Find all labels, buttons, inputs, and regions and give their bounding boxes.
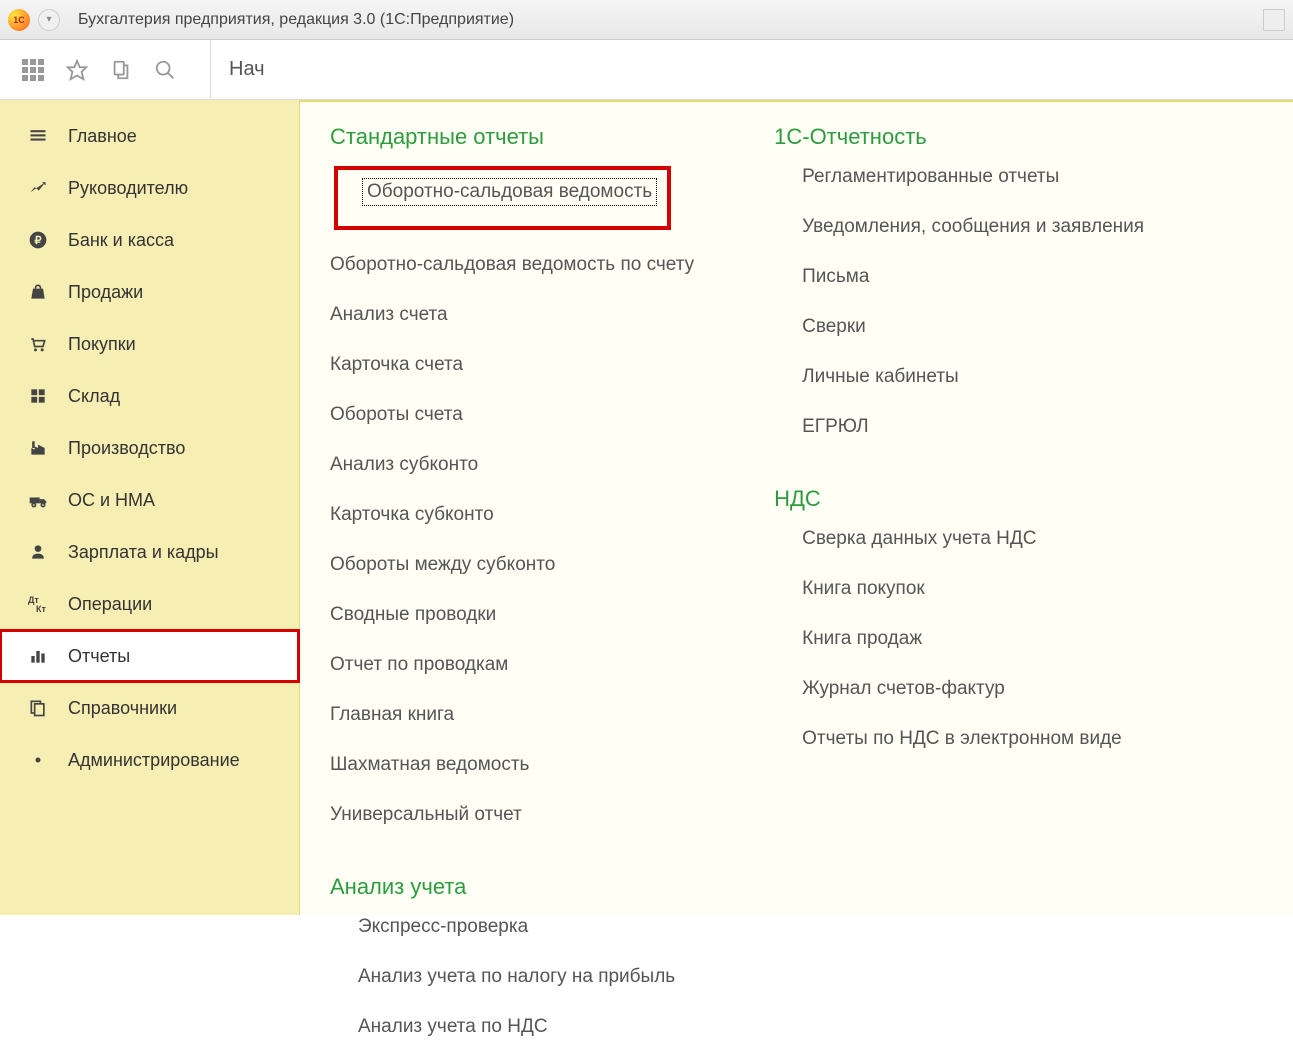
report-link[interactable]: Оборотно-сальдовая ведомость	[362, 178, 657, 206]
sidebar-item-7[interactable]: ОС и НМА	[0, 474, 299, 526]
report-link[interactable]: Анализ учета по НДС	[358, 1016, 548, 1038]
report-link[interactable]: Книга покупок	[802, 578, 925, 600]
report-link[interactable]: Анализ учета по налогу на прибыль	[358, 966, 675, 988]
bag-icon	[26, 282, 50, 302]
sidebar-item-10[interactable]: Отчеты	[0, 630, 299, 682]
tab-partial[interactable]: Нач	[210, 40, 283, 99]
sidebar-item-label: Банк и касса	[68, 230, 174, 251]
report-link[interactable]: Анализ субконто	[330, 454, 478, 476]
sidebar-item-1[interactable]: Руководителю	[0, 162, 299, 214]
content-col-2: 1С-Отчетность Регламентированные отчеты Ув…	[774, 124, 1144, 915]
report-link[interactable]: Главная книга	[330, 704, 454, 726]
sidebar-item-label: Склад	[68, 386, 120, 407]
svg-text:Кт: Кт	[36, 604, 46, 614]
apps-icon[interactable]	[20, 57, 46, 83]
section-0: Стандартные отчеты Оборотно-сальдовая вед…	[330, 124, 694, 840]
section-title: Анализ учета	[330, 874, 694, 900]
report-link[interactable]: Оборотно-сальдовая ведомость по счету	[330, 254, 694, 276]
titlebar: 1C ▾ Бухгалтерия предприятия, редакция 3…	[0, 0, 1293, 40]
sidebar-item-label: Руководителю	[68, 178, 188, 199]
sidebar-item-label: ОС и НМА	[68, 490, 155, 511]
report-link[interactable]: Универсальный отчет	[330, 804, 522, 826]
sidebar-item-label: Администрирование	[68, 750, 240, 771]
person-icon	[26, 542, 50, 562]
report-link[interactable]: Карточка счета	[330, 354, 463, 376]
report-link[interactable]: Регламентированные отчеты	[802, 166, 1059, 188]
report-link[interactable]: Шахматная ведомость	[330, 754, 529, 776]
window-control-icon[interactable]	[1263, 9, 1285, 31]
copies-icon	[26, 698, 50, 718]
app-menu-dropdown[interactable]: ▾	[38, 9, 60, 31]
link-list: Экспресс-проверка Анализ учета по налогу …	[330, 916, 694, 1052]
report-link[interactable]: Журнал счетов-фактур	[802, 678, 1005, 700]
sidebar-item-5[interactable]: Склад	[0, 370, 299, 422]
sidebar-item-label: Отчеты	[68, 646, 130, 667]
sidebar-item-0[interactable]: Главное	[0, 110, 299, 162]
sidebar-item-6[interactable]: Производство	[0, 422, 299, 474]
report-link[interactable]: Обороты счета	[330, 404, 463, 426]
content: Стандартные отчеты Оборотно-сальдовая вед…	[300, 100, 1293, 915]
search-icon[interactable]	[152, 57, 178, 83]
report-link[interactable]: ЕГРЮЛ	[802, 416, 868, 438]
sidebar: Главное Руководителю ₽ Банк и касса Продажи П…	[0, 100, 300, 915]
report-link[interactable]: Сводные проводки	[330, 604, 496, 626]
report-link[interactable]: Отчет по проводкам	[330, 654, 508, 676]
highlight-box: Оборотно-сальдовая ведомость	[334, 166, 671, 230]
history-icon[interactable]	[108, 57, 134, 83]
report-link[interactable]: Личные кабинеты	[802, 366, 959, 388]
grid-icon	[26, 386, 50, 406]
report-link[interactable]: Уведомления, сообщения и заявления	[802, 216, 1144, 238]
gear-icon	[26, 750, 50, 770]
section-1: НДС Сверка данных учета НДС Книга покупок К…	[774, 486, 1144, 764]
report-link[interactable]: Экспресс-проверка	[358, 916, 528, 938]
menu-icon	[26, 126, 50, 146]
link-list: Оборотно-сальдовая ведомость Оборотно-сал…	[330, 166, 694, 840]
sidebar-item-11[interactable]: Справочники	[0, 682, 299, 734]
content-col-1: Стандартные отчеты Оборотно-сальдовая вед…	[330, 124, 694, 915]
cart-icon	[26, 334, 50, 354]
report-link[interactable]: Обороты между субконто	[330, 554, 555, 576]
sidebar-item-label: Справочники	[68, 698, 177, 719]
bars-icon	[26, 646, 50, 666]
sidebar-item-8[interactable]: Зарплата и кадры	[0, 526, 299, 578]
sidebar-item-3[interactable]: Продажи	[0, 266, 299, 318]
dtkt-icon: ДтКт	[26, 594, 50, 614]
link-list: Сверка данных учета НДС Книга покупок Книг…	[774, 528, 1144, 764]
window-title: Бухгалтерия предприятия, редакция 3.0 (1…	[78, 11, 514, 29]
app-icon: 1C	[8, 9, 30, 31]
toolbar: Нач	[0, 40, 1293, 100]
sidebar-item-label: Продажи	[68, 282, 143, 303]
section-title: Стандартные отчеты	[330, 124, 694, 150]
sidebar-item-9[interactable]: ДтКт Операции	[0, 578, 299, 630]
sidebar-item-label: Операции	[68, 594, 152, 615]
report-link[interactable]: Анализ счета	[330, 304, 448, 326]
sidebar-item-12[interactable]: Администрирование	[0, 734, 299, 786]
sidebar-item-label: Производство	[68, 438, 185, 459]
section-title: 1С-Отчетность	[774, 124, 1144, 150]
truck-icon	[26, 490, 50, 510]
sidebar-item-label: Зарплата и кадры	[68, 542, 219, 563]
report-link[interactable]: Письма	[802, 266, 869, 288]
main: Главное Руководителю ₽ Банк и касса Продажи П…	[0, 100, 1293, 915]
report-link[interactable]: Сверка данных учета НДС	[802, 528, 1036, 550]
sidebar-item-4[interactable]: Покупки	[0, 318, 299, 370]
sidebar-item-label: Главное	[68, 126, 137, 147]
star-icon[interactable]	[64, 57, 90, 83]
factory-icon	[26, 438, 50, 458]
sidebar-item-2[interactable]: ₽ Банк и касса	[0, 214, 299, 266]
chart-icon	[26, 178, 50, 198]
section-0: 1С-Отчетность Регламентированные отчеты Ув…	[774, 124, 1144, 452]
report-link[interactable]: Книга продаж	[802, 628, 922, 650]
ruble-icon: ₽	[26, 230, 50, 250]
link-list: Регламентированные отчеты Уведомления, со…	[774, 166, 1144, 452]
section-title: НДС	[774, 486, 1144, 512]
sidebar-item-label: Покупки	[68, 334, 136, 355]
report-link[interactable]: Сверки	[802, 316, 866, 338]
svg-text:₽: ₽	[35, 235, 42, 247]
section-1: Анализ учета Экспресс-проверка Анализ учет…	[330, 874, 694, 1052]
report-link[interactable]: Карточка субконто	[330, 504, 494, 526]
report-link[interactable]: Отчеты по НДС в электронном виде	[802, 728, 1122, 750]
